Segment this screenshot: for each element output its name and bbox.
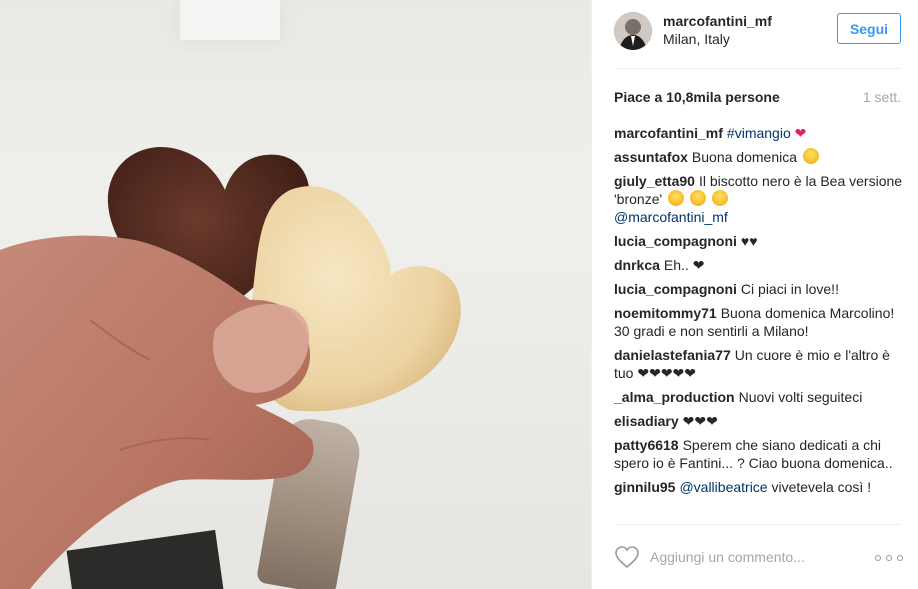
comment-username[interactable]: dnrkca (614, 257, 660, 273)
dot (875, 555, 881, 561)
post-side-panel: marcofantini_mf Milan, Italy Segui Piace… (591, 0, 918, 589)
comment-username[interactable]: danielastefania77 (614, 347, 731, 363)
comment-item: giuly_etta90 Il biscotto nero è la Bea ve… (614, 172, 904, 226)
avatar-image (614, 12, 652, 50)
comment-username[interactable]: ginnilu95 (614, 479, 675, 495)
comment-input[interactable] (650, 545, 860, 569)
comment-text: vivetevela così ! (771, 479, 872, 495)
avatar[interactable] (614, 12, 652, 50)
comment-item: ginnilu95 @vallibeatrice vivetevela così … (614, 478, 904, 496)
comment-text: ❤❤❤ (682, 413, 718, 429)
follow-button[interactable]: Segui (837, 13, 901, 44)
comment-text: Buona domenica (691, 149, 797, 165)
post-date[interactable]: 1 sett. (863, 89, 901, 105)
dot (886, 555, 892, 561)
comment-mention[interactable]: @marcofantini_mf (614, 209, 728, 225)
comment-username[interactable]: assuntafox (614, 149, 688, 165)
sunglasses-emoji-icon (711, 190, 728, 206)
comment-item: lucia_compagnoni ♥♥ (614, 232, 904, 250)
caption-hashtag[interactable]: #vimangio (727, 125, 791, 141)
comment-text: Nuovi volti seguiteci (738, 389, 863, 405)
comment-item: _alma_production Nuovi volti seguiteci (614, 388, 904, 406)
comment-text: ♥♥ (740, 233, 758, 249)
comment-username[interactable]: lucia_compagnoni (614, 233, 737, 249)
comment-item: assuntafox Buona domenica (614, 148, 904, 166)
comment-username[interactable]: giuly_etta90 (614, 173, 695, 189)
post-location[interactable]: Milan, Italy (663, 31, 730, 47)
comment-text: Eh.. ❤ (663, 257, 705, 273)
comment-mention[interactable]: @vallibeatrice (679, 479, 767, 495)
more-options-icon[interactable] (875, 554, 903, 562)
heart-outline-icon[interactable] (614, 545, 640, 569)
post-photo[interactable] (0, 0, 591, 589)
comment-item: lucia_compagnoni Ci piaci in love!! (614, 280, 904, 298)
grin-emoji-icon (668, 190, 685, 206)
smile-emoji-icon (802, 148, 819, 164)
comment-username[interactable]: lucia_compagnoni (614, 281, 737, 297)
header-divider (614, 68, 901, 69)
comment-text: Ci piaci in love!! (740, 281, 839, 297)
comment-username[interactable]: elisadiary (614, 413, 679, 429)
post-username[interactable]: marcofantini_mf (663, 13, 772, 29)
instagram-post: marcofantini_mf Milan, Italy Segui Piace… (0, 0, 918, 589)
caption-username[interactable]: marcofantini_mf (614, 125, 723, 141)
caption: marcofantini_mf #vimangio ❤ (614, 124, 904, 142)
comment-username[interactable]: patty6618 (614, 437, 679, 453)
likes-count[interactable]: Piace a 10,8mila persone (614, 89, 780, 105)
comment-item: dnrkca Eh.. ❤ (614, 256, 904, 274)
post-header: marcofantini_mf Milan, Italy Segui (592, 0, 918, 68)
post-footer (592, 525, 918, 589)
sunglasses-emoji-icon (689, 190, 706, 206)
red-heart-icon: ❤ (794, 125, 807, 141)
comment-item: noemitommy71 Buona domenica Marcolino! 30… (614, 304, 904, 340)
comments-list: marcofantini_mf #vimangio ❤ assuntafox Buo… (614, 124, 904, 524)
comment-item: elisadiary ❤❤❤ (614, 412, 904, 430)
photo-illustration (0, 147, 461, 589)
comment-item: danielastefania77 Un cuore è mio e l'altr… (614, 346, 904, 382)
dot (897, 555, 903, 561)
comment-username[interactable]: _alma_production (614, 389, 735, 405)
comment-item: patty6618 Sperem che siano dedicati a chi… (614, 436, 904, 472)
comment-username[interactable]: noemitommy71 (614, 305, 717, 321)
